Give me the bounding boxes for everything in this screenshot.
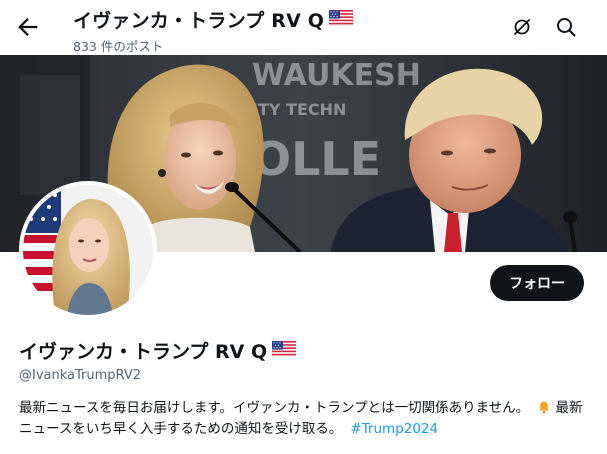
profile-avatar[interactable] xyxy=(19,181,157,319)
sign-text-2: ITY TECHN xyxy=(252,100,346,119)
back-button[interactable] xyxy=(14,13,42,41)
sign-text-1: WAUKESH xyxy=(252,58,421,93)
profile-bio: 最新ニュースを毎日お届けします。イヴァンカ・トランプとは一切関係ありません。 最… xyxy=(19,398,589,440)
us-flag-icon xyxy=(328,9,354,31)
notifications-off-button[interactable] xyxy=(510,15,534,39)
post-count: 833 件のポスト xyxy=(73,39,164,54)
hashtag-link[interactable]: #Trump2024 xyxy=(350,421,438,437)
profile-name: イヴァンカ・トランプ RV Q xyxy=(19,337,297,364)
bell-slash-icon xyxy=(514,19,530,35)
header-title-text: イヴァンカ・トランプ RV Q xyxy=(73,10,325,32)
search-button[interactable] xyxy=(554,15,578,39)
avatar-photo xyxy=(23,185,153,315)
bell-emoji-icon xyxy=(537,400,551,414)
bio-text-1: 最新ニュースを毎日お届けします。イヴァンカ・トランプとは一切関係ありません。 xyxy=(19,400,530,416)
header-title: イヴァンカ・トランプ RV Q xyxy=(73,6,354,33)
follow-button[interactable]: フォロー xyxy=(490,265,584,301)
profile-name-text: イヴァンカ・トランプ RV Q xyxy=(19,341,268,363)
us-flag-icon xyxy=(271,340,297,362)
profile-header: イヴァンカ・トランプ RV Q 833 件のポスト xyxy=(0,0,607,55)
sign-text-3: OLLE xyxy=(252,132,381,186)
profile-handle: @IvankaTrumpRV2 xyxy=(19,368,142,383)
arrow-left-icon xyxy=(18,18,38,36)
search-icon xyxy=(557,18,576,37)
